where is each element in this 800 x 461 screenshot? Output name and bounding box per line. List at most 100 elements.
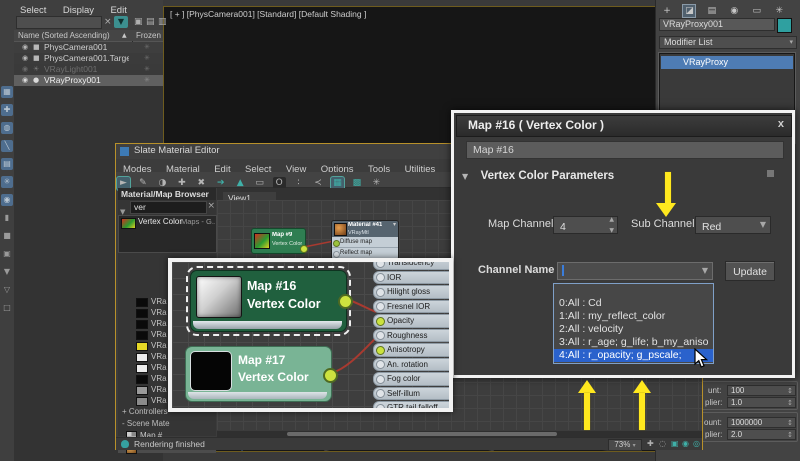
- collapse-node-icon[interactable]: ▾: [393, 221, 396, 228]
- spinner-down-icon[interactable]: ▼: [609, 227, 614, 234]
- curve-editor-icon[interactable]: ▼: [1, 266, 13, 278]
- display-tab-icon[interactable]: ▭: [751, 5, 763, 17]
- update-button[interactable]: Update: [725, 261, 775, 281]
- browser-result-vertex-color[interactable]: Vertex Color Maps - G...: [119, 216, 216, 229]
- input-socket[interactable]: [376, 302, 385, 311]
- edit-named-selections-icon[interactable]: ▤: [1, 158, 13, 170]
- spinner-snap-icon[interactable]: ╲: [1, 140, 13, 152]
- param-spinner[interactable]: 100 ↕: [727, 385, 796, 396]
- material-editor-icon[interactable]: □: [1, 302, 13, 314]
- section-scene-materials[interactable]: - Scene Mate: [118, 418, 220, 429]
- sort-arrow-icon[interactable]: ▲: [122, 30, 127, 41]
- node-map17[interactable]: Map #17 Vertex Color: [185, 346, 332, 402]
- node-map9[interactable]: Map #9 Vertex Color: [251, 228, 306, 254]
- explorer-row-vrayproxy001[interactable]: ◉ ● VRayProxy001 ✳: [14, 75, 163, 86]
- slot-opacity[interactable]: Opacity: [373, 314, 450, 328]
- map-channel-spinner[interactable]: 4 ▲ ▼: [553, 216, 618, 234]
- param-spinner[interactable]: 1.0 ↕: [727, 397, 796, 408]
- input-socket-connected[interactable]: [376, 317, 385, 326]
- angle-snap-icon[interactable]: ✚: [1, 104, 13, 116]
- output-socket-connected[interactable]: [323, 368, 338, 383]
- browser-header[interactable]: Material/Map Browser: [118, 188, 216, 200]
- vertex-color-thumb-black[interactable]: [191, 352, 231, 390]
- channel-name-combobox[interactable]: ▼: [557, 262, 713, 280]
- rollout-pin-icon[interactable]: [767, 170, 774, 177]
- sub-channel-dropdown[interactable]: Red ▼: [695, 216, 771, 234]
- align-icon[interactable]: ◉: [1, 194, 13, 206]
- explorer-row-physcamera001[interactable]: ◉ ■ PhysCamera001 ✳: [14, 42, 163, 53]
- dropdown-item-3-all-r-age[interactable]: 3:All : r_age; g_life; b_my_aniso: [554, 336, 713, 349]
- modifier-list-dropdown[interactable]: Modifier List ▾: [659, 36, 797, 49]
- input-socket[interactable]: [376, 389, 385, 398]
- input-socket-connected[interactable]: [333, 240, 340, 247]
- toggle-layer-explorer-icon[interactable]: ■: [1, 230, 13, 242]
- spinner-icon[interactable]: ↕: [787, 431, 793, 440]
- node-map16[interactable]: Map #16 Vertex Color: [190, 270, 347, 332]
- clear-search-icon[interactable]: ×: [104, 17, 112, 27]
- zoom-region-icon[interactable]: ▣: [671, 439, 679, 448]
- frozen-column-header[interactable]: Frozen: [136, 30, 161, 41]
- zoom-extents-icon[interactable]: ◉: [682, 439, 689, 448]
- name-column-header[interactable]: Name (Sorted Ascending): [18, 30, 118, 41]
- dropdown-item-0-all-cd[interactable]: 0:All : Cd: [554, 297, 713, 310]
- output-socket-connected[interactable]: [338, 294, 353, 309]
- zoom-extents-selected-icon[interactable]: ◎: [693, 439, 700, 448]
- slot-an-rotation[interactable]: An. rotation: [373, 358, 450, 372]
- dropdown-item-1-all-my-reflect-color[interactable]: 1:All : my_reflect_color: [554, 310, 713, 323]
- object-name[interactable]: VRayLight001: [44, 64, 129, 75]
- toggle-ribbon-icon[interactable]: ▣: [1, 248, 13, 260]
- object-name[interactable]: VRayProxy001: [44, 75, 129, 86]
- spinner-icon[interactable]: ↕: [787, 387, 793, 396]
- param-spinner[interactable]: 1000000 ↕: [727, 417, 796, 428]
- select-children-icon[interactable]: ▥: [158, 17, 167, 27]
- snaps-toggle-icon[interactable]: ▦: [1, 86, 13, 98]
- spinner-icon[interactable]: ↕: [787, 419, 793, 428]
- node-material41[interactable]: Material #41 VRayMtl ▾ Diffuse map Refle…: [331, 220, 399, 260]
- explorer-search-input[interactable]: [16, 16, 102, 29]
- filter-icon[interactable]: ▼: [114, 16, 128, 28]
- zoom-tool-icon[interactable]: ◌: [659, 439, 666, 448]
- pick-parent-icon[interactable]: ▤: [146, 17, 155, 27]
- zoom-level-dropdown[interactable]: 73% ▾: [608, 439, 642, 451]
- vertex-color-thumb-gradient[interactable]: [196, 276, 242, 318]
- percent-snap-icon[interactable]: ◍: [1, 122, 13, 134]
- clear-search-icon[interactable]: ×: [207, 201, 215, 211]
- spinner-icon[interactable]: ↕: [787, 399, 793, 408]
- slot-gtr-tail-falloff[interactable]: GTR tail falloff: [373, 401, 450, 412]
- modifier-stack-item[interactable]: VRayProxy: [661, 56, 793, 69]
- object-name-field[interactable]: VRayProxy001: [659, 18, 775, 31]
- pan-tool-icon[interactable]: ✚: [647, 439, 654, 448]
- eye-icon[interactable]: ◉: [22, 75, 28, 86]
- hierarchy-tab-icon[interactable]: ▤: [706, 5, 718, 17]
- close-icon[interactable]: x: [778, 118, 784, 130]
- explorer-header[interactable]: Name (Sorted Ascending) ▲ Frozen: [14, 30, 163, 42]
- slot-ior[interactable]: IOR: [373, 271, 450, 285]
- rollout-collapse-icon[interactable]: ▼: [462, 172, 468, 181]
- scrollbar-thumb[interactable]: [287, 432, 557, 436]
- create-tab-icon[interactable]: +: [661, 5, 673, 17]
- input-socket[interactable]: [376, 273, 385, 282]
- frozen-icon[interactable]: ✳: [144, 75, 150, 86]
- frozen-icon[interactable]: ✳: [144, 64, 150, 75]
- object-name[interactable]: PhysCamera001: [44, 42, 129, 53]
- frozen-icon[interactable]: ✳: [144, 53, 150, 64]
- mirror-icon[interactable]: ✳: [1, 176, 13, 188]
- input-socket[interactable]: [376, 259, 385, 268]
- slot-fresnel-ior[interactable]: Fresnel IOR: [373, 300, 450, 314]
- browser-search-input[interactable]: ver: [130, 201, 207, 214]
- input-socket[interactable]: [376, 360, 385, 369]
- input-socket[interactable]: [333, 251, 340, 258]
- slot-fog-color[interactable]: Fog color: [373, 372, 450, 386]
- slot-hilight-gloss[interactable]: Hilight gloss: [373, 285, 450, 299]
- viewport-label[interactable]: [ + ] [PhysCamera001] [Standard] [Defaul…: [170, 9, 366, 19]
- spinner-up-icon[interactable]: ▲: [609, 216, 614, 223]
- toggle-scene-explorer-icon[interactable]: ▮: [1, 212, 13, 224]
- input-socket[interactable]: [376, 375, 385, 384]
- slot-translucency[interactable]: Translucency: [373, 258, 450, 270]
- input-socket[interactable]: [376, 404, 385, 413]
- schematic-view-icon[interactable]: ▽: [1, 284, 13, 296]
- channel-name-dropdown-list[interactable]: 0:All : Cd 1:All : my_reflect_color 2:Al…: [553, 283, 714, 364]
- motion-tab-icon[interactable]: ◉: [728, 5, 740, 17]
- explorer-row-vraylight001[interactable]: ◉ ☀ VRayLight001 ✳: [14, 64, 163, 75]
- eye-icon[interactable]: ◉: [22, 64, 28, 75]
